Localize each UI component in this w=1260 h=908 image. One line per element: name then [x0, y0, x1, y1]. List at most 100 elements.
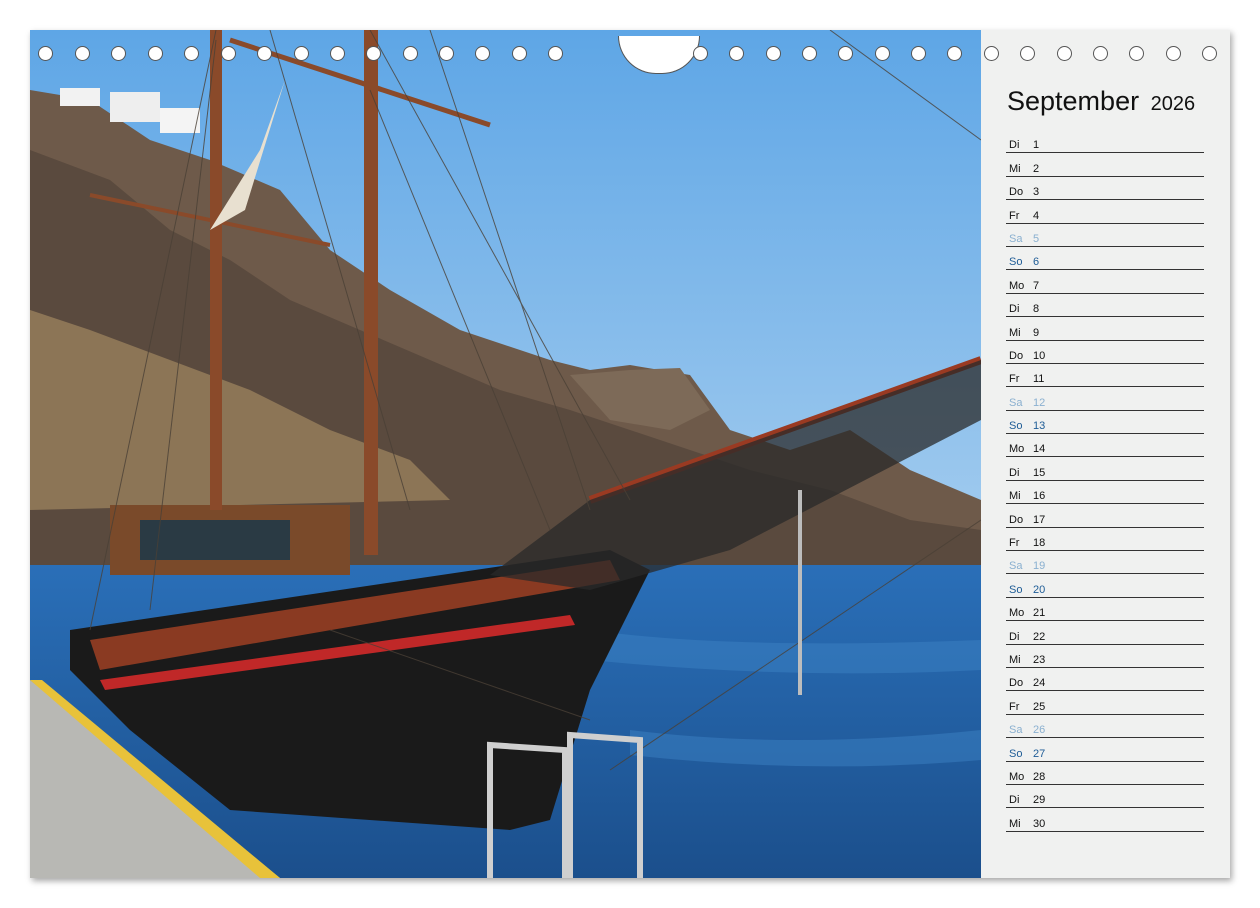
- binding-ring: [148, 46, 163, 61]
- day-number: 12: [1033, 396, 1046, 409]
- day-row: Sa 19: [1006, 551, 1204, 575]
- day-name: So: [1009, 420, 1023, 433]
- day-row: Do 17: [1006, 504, 1204, 528]
- day-number: 17: [1033, 513, 1046, 526]
- binding-ring: [439, 46, 454, 61]
- day-number: 1: [1033, 139, 1040, 152]
- day-row: So 6: [1006, 247, 1204, 271]
- day-row: Di 29: [1006, 785, 1204, 809]
- binding-ring: [403, 46, 418, 61]
- day-number: 28: [1033, 770, 1046, 783]
- day-name: Di: [1009, 303, 1020, 316]
- day-name: Di: [1009, 794, 1020, 807]
- sailing-ship-photo: [30, 30, 981, 878]
- day-name: Mo: [1009, 443, 1025, 456]
- day-row: Di 1: [1006, 130, 1204, 154]
- calendar-page: September 2026 Di 1 Mi 2 Do 3 Fr 4 Sa 5 So 6 Mo 7 Di 8 M…: [30, 30, 1230, 878]
- month-title: September 2026: [1007, 86, 1195, 117]
- day-row: Di 15: [1006, 457, 1204, 481]
- day-name: Sa: [1009, 560, 1023, 573]
- day-row: Mi 2: [1006, 153, 1204, 177]
- day-number: 9: [1033, 326, 1040, 339]
- day-number: 3: [1033, 186, 1040, 199]
- day-name: Mi: [1009, 326, 1021, 339]
- day-number: 4: [1033, 209, 1040, 222]
- binding-ring: [184, 46, 199, 61]
- day-name: Fr: [1009, 209, 1020, 222]
- day-name: Mo: [1009, 607, 1025, 620]
- binding-ring: [911, 46, 926, 61]
- binding-ring: [1166, 46, 1181, 61]
- day-name: So: [1009, 583, 1023, 596]
- day-number: 7: [1033, 279, 1040, 292]
- binding-ring: [330, 46, 345, 61]
- day-number: 29: [1033, 794, 1046, 807]
- day-number: 11: [1033, 373, 1045, 386]
- binding-ring: [366, 46, 381, 61]
- day-row: So 20: [1006, 574, 1204, 598]
- binding-ring: [1020, 46, 1035, 61]
- day-row: Sa 12: [1006, 387, 1204, 411]
- binding-ring: [729, 46, 744, 61]
- binding-rings: [30, 36, 1230, 76]
- day-row: Fr 25: [1006, 691, 1204, 715]
- day-row: Do 3: [1006, 177, 1204, 201]
- binding-ring: [766, 46, 781, 61]
- day-row: Sa 5: [1006, 224, 1204, 247]
- day-name: Sa: [1009, 232, 1023, 245]
- day-number: 10: [1033, 349, 1046, 362]
- binding-ring: [1093, 46, 1108, 61]
- day-number: 21: [1033, 607, 1046, 620]
- day-number: 20: [1033, 583, 1046, 596]
- day-name: Sa: [1009, 724, 1023, 737]
- binding-ring: [802, 46, 817, 61]
- day-name: Mi: [1009, 490, 1021, 503]
- day-row: Fr 4: [1006, 200, 1204, 224]
- day-row: Fr 11: [1006, 364, 1204, 388]
- day-number: 14: [1033, 443, 1046, 456]
- day-name: Sa: [1009, 396, 1023, 409]
- binding-ring: [1202, 46, 1217, 61]
- calendar-panel: September 2026 Di 1 Mi 2 Do 3 Fr 4 Sa 5 So 6 Mo 7 Di 8 M…: [981, 30, 1230, 878]
- day-number: 27: [1033, 747, 1046, 760]
- day-name: Fr: [1009, 537, 1020, 550]
- day-row: Do 10: [1006, 341, 1204, 364]
- day-name: Do: [1009, 513, 1024, 526]
- day-row: Sa 26: [1006, 715, 1204, 739]
- day-row: Mo 7: [1006, 270, 1204, 294]
- binding-ring: [512, 46, 527, 61]
- day-row: Fr 18: [1006, 528, 1204, 552]
- day-number: 18: [1033, 537, 1046, 550]
- binding-ring: [475, 46, 490, 61]
- day-row: So 13: [1006, 411, 1204, 435]
- day-number: 22: [1033, 630, 1046, 643]
- day-row: Mi 30: [1006, 808, 1204, 832]
- day-row: Mi 9: [1006, 317, 1204, 341]
- day-number: 23: [1033, 653, 1046, 666]
- binding-ring: [548, 46, 563, 61]
- day-number: 15: [1033, 466, 1046, 479]
- hanger-cutout: [618, 36, 700, 74]
- day-row: Do 24: [1006, 668, 1204, 692]
- day-name: Di: [1009, 139, 1020, 152]
- day-number: 8: [1033, 303, 1040, 316]
- day-number: 30: [1033, 817, 1046, 830]
- day-name: Mi: [1009, 653, 1021, 666]
- day-name: Fr: [1009, 373, 1020, 386]
- binding-ring: [75, 46, 90, 61]
- day-name: Di: [1009, 630, 1020, 643]
- binding-ring: [38, 46, 53, 61]
- day-number: 24: [1033, 677, 1046, 690]
- day-name: Do: [1009, 186, 1024, 199]
- binding-ring: [1129, 46, 1144, 61]
- day-name: So: [1009, 256, 1023, 269]
- day-name: Mo: [1009, 279, 1025, 292]
- binding-ring: [693, 46, 708, 61]
- day-list: Di 1 Mi 2 Do 3 Fr 4 Sa 5 So 6 Mo 7 Di 8 Mi 9 Do 10 Fr 11 Sa 12 S…: [1006, 130, 1204, 832]
- day-row: Di 8: [1006, 294, 1204, 318]
- day-row: So 27: [1006, 738, 1204, 762]
- binding-ring: [838, 46, 853, 61]
- day-name: Di: [1009, 466, 1020, 479]
- day-number: 26: [1033, 724, 1046, 737]
- day-number: 25: [1033, 700, 1046, 713]
